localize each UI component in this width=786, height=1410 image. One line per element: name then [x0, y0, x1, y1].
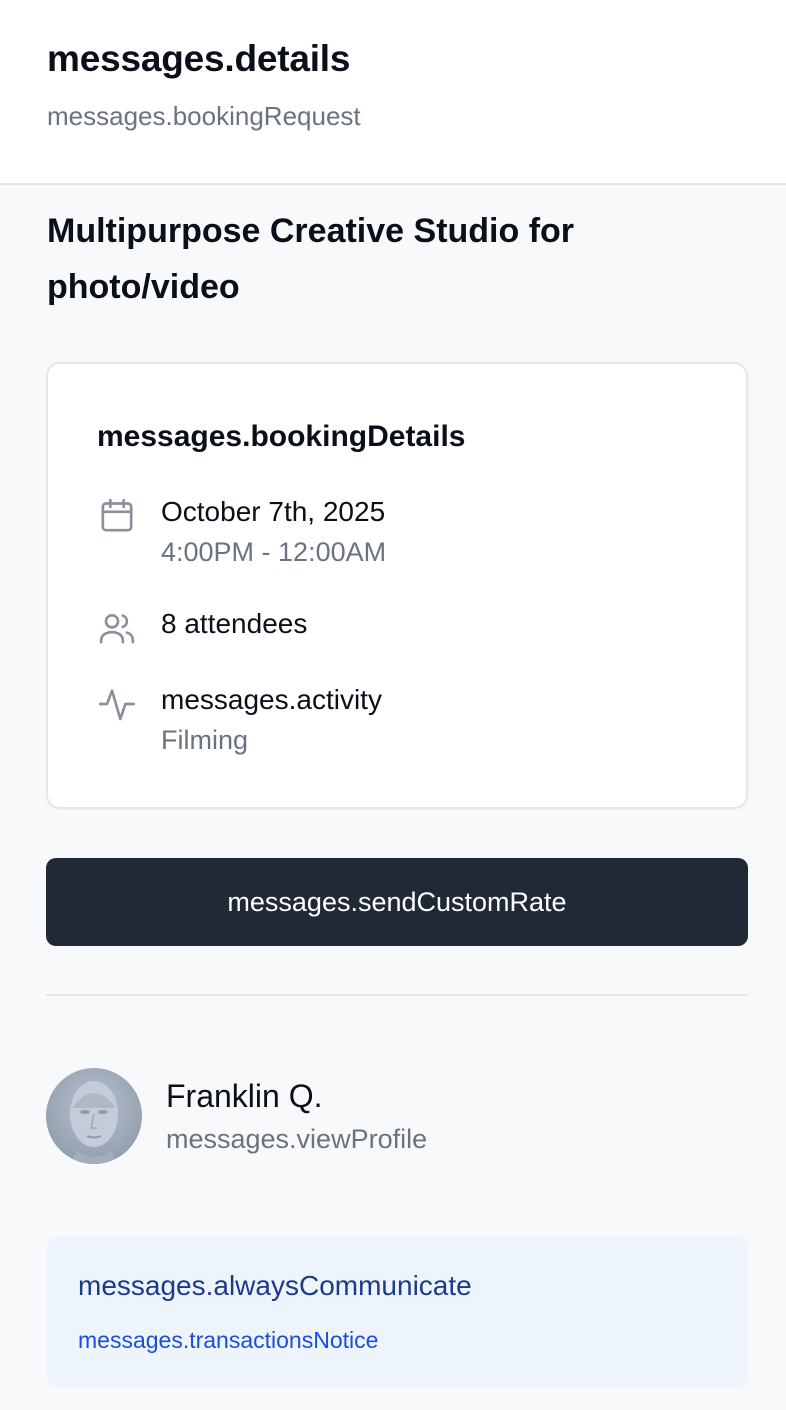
booking-date: October 7th, 2025 [161, 496, 386, 527]
avatar[interactable] [46, 1068, 142, 1164]
notice-title: messages.alwaysCommunicate [78, 1270, 472, 1301]
page-title: messages.details [47, 38, 351, 79]
page-header: messages.details messages.bookingRequest [0, 0, 786, 185]
users-icon [97, 608, 137, 648]
calendar-icon [97, 496, 137, 536]
section-divider [46, 994, 748, 996]
activity-value: Filming [161, 725, 249, 755]
booking-time-range: 4:00PM - 12:00AM [161, 537, 387, 567]
user-name: Franklin Q. [166, 1078, 323, 1114]
communication-notice: messages.alwaysCommunicate messages.tran… [46, 1236, 748, 1388]
booking-details-title: messages.bookingDetails [97, 420, 466, 453]
send-custom-rate-button[interactable]: messages.sendCustomRate [46, 858, 748, 946]
page-subtitle: messages.bookingRequest [47, 101, 361, 131]
attendees-count: 8 attendees [161, 608, 308, 639]
notice-body: messages.transactionsNotice [78, 1327, 379, 1353]
view-profile-link[interactable]: messages.viewProfile [166, 1124, 427, 1155]
booking-details-card: messages.bookingDetails October 7th, 202… [46, 362, 748, 809]
activity-label: messages.activity [161, 684, 382, 715]
activity-icon [97, 684, 137, 724]
listing-title: Multipurpose Creative Studio for photo/v… [47, 212, 575, 306]
